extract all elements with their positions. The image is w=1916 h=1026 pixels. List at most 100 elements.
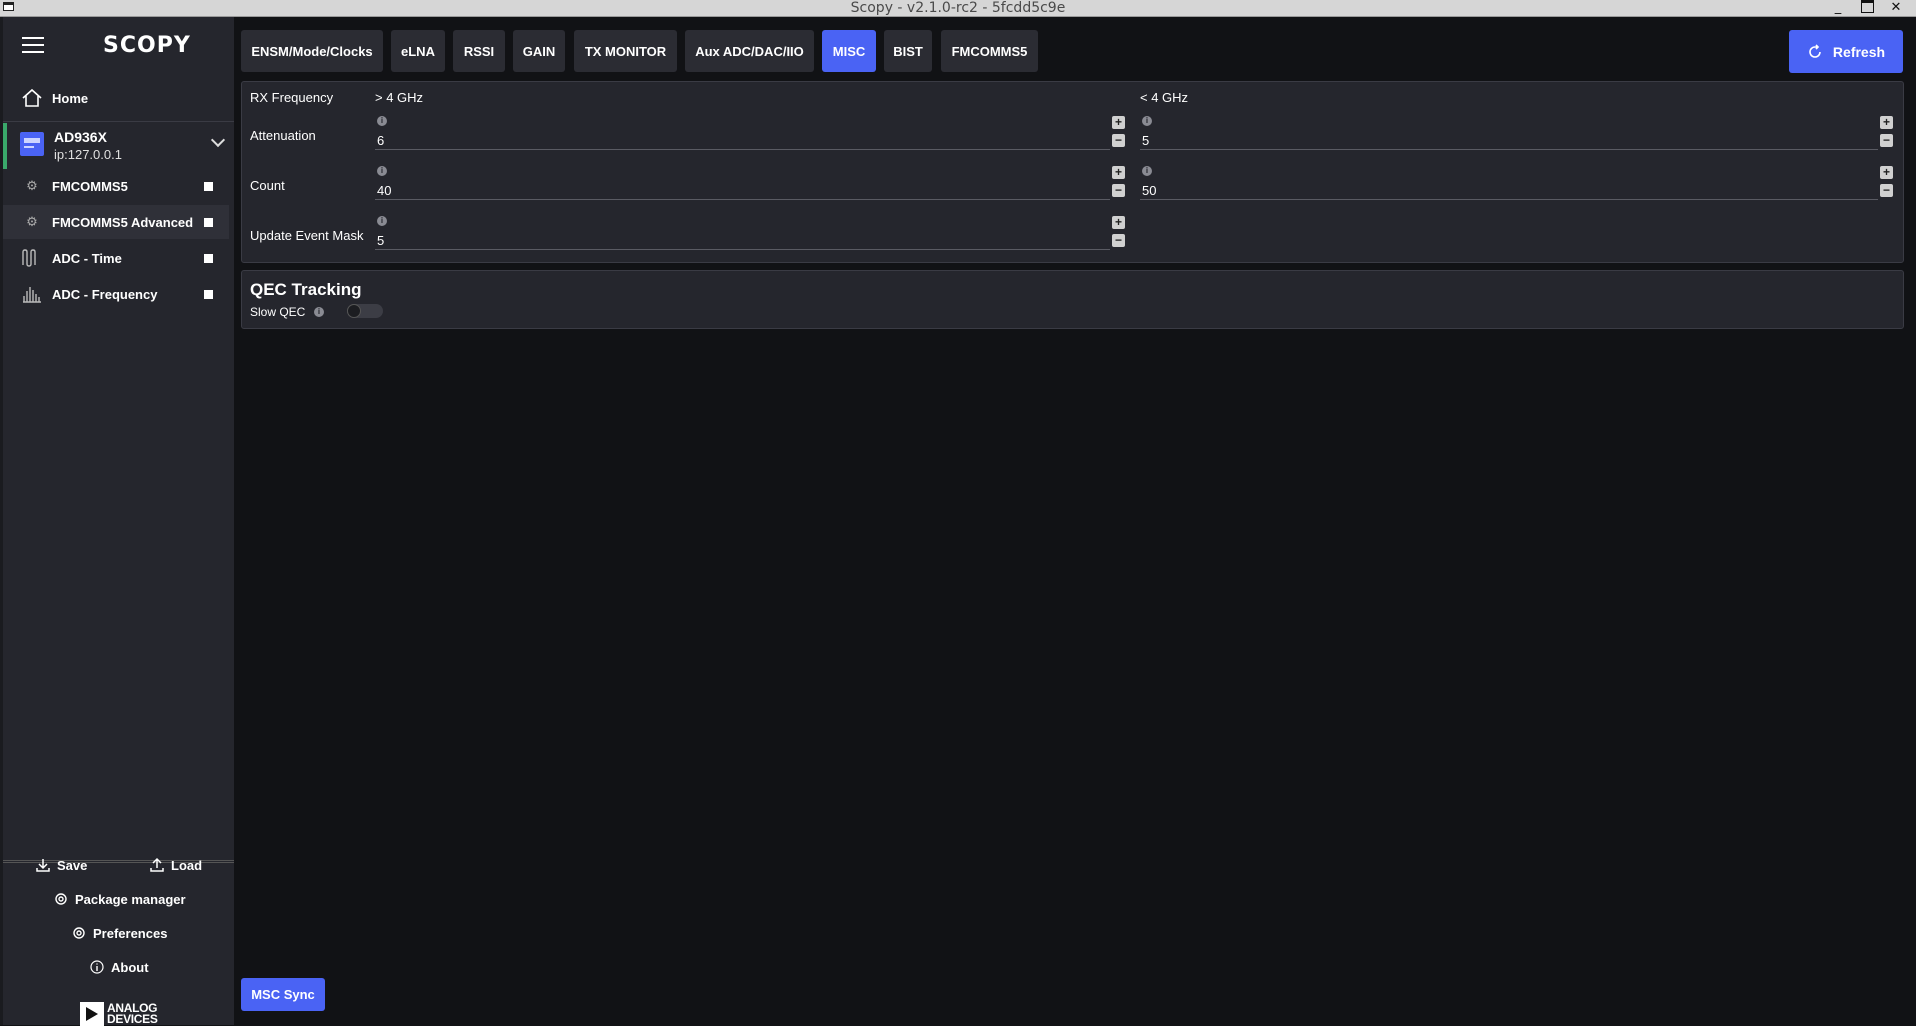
hamburger-menu-icon[interactable]	[22, 37, 44, 58]
tab-tx-monitor[interactable]: TX MONITOR	[574, 30, 677, 72]
slow-qec-label: Slow QEC	[250, 305, 306, 319]
update-event-mask-value[interactable]: 5	[377, 233, 384, 248]
msc-sync-button[interactable]: MSC Sync	[241, 978, 325, 1011]
refresh-button[interactable]: Refresh	[1789, 30, 1903, 73]
maximize-icon	[1860, 0, 1874, 13]
preferences-button[interactable]: Preferences	[71, 925, 167, 941]
increment-button[interactable]: +	[1880, 166, 1893, 179]
decrement-button[interactable]: −	[1112, 234, 1125, 247]
high-frequency-label: > 4 GHz	[375, 90, 424, 105]
gear-icon: ⚙	[26, 178, 38, 193]
tool-fmcomms5[interactable]: ⚙ FMCOMMS5	[3, 169, 229, 203]
info-icon[interactable]: i	[1142, 166, 1152, 176]
info-icon	[90, 960, 104, 974]
attenuation-low-value[interactable]: 5	[1142, 133, 1149, 148]
download-icon	[36, 859, 50, 872]
home-label: Home	[52, 90, 89, 106]
tool-adc-time[interactable]: ADC - Time	[3, 241, 229, 275]
window-titlebar: Scopy - v2.1.0-rc2 - 5fcdd5c9e _ ✕	[0, 0, 1916, 17]
qec-tracking-panel: QEC Tracking Slow QEC i	[241, 270, 1904, 329]
tool-status-indicator[interactable]	[204, 253, 213, 263]
tab-misc[interactable]: MISC	[822, 30, 876, 72]
gear-icon: ⚙	[26, 214, 38, 229]
count-high-field[interactable]: i 40 + −	[375, 166, 1125, 200]
minimize-button[interactable]: _	[1827, 0, 1849, 15]
decrement-button[interactable]: −	[1880, 134, 1893, 147]
chevron-down-icon[interactable]	[210, 132, 226, 148]
device-ip: ip:127.0.0.1	[54, 147, 122, 162]
maximize-button[interactable]	[1856, 0, 1878, 15]
scopy-logo: SCOPY	[103, 33, 191, 58]
analog-devices-logo: ANALOG DEVICES	[80, 1002, 158, 1026]
rx-frequency-label: RX Frequency	[250, 90, 334, 105]
tab-gain[interactable]: GAIN	[513, 30, 565, 72]
spectrum-icon	[23, 287, 41, 303]
package-manager-label: Package manager	[75, 891, 186, 907]
count-low-value[interactable]: 50	[1142, 183, 1156, 198]
increment-button[interactable]: +	[1880, 116, 1893, 129]
decrement-button[interactable]: −	[1112, 134, 1125, 147]
slow-qec-toggle[interactable]	[347, 304, 383, 318]
sidebar: SCOPY Home AD936X ip:127.0.0.1 ⚙ FMCOMMS…	[0, 17, 234, 1026]
decrement-button[interactable]: −	[1112, 184, 1125, 197]
save-button[interactable]: Save	[35, 857, 87, 873]
save-label: Save	[57, 857, 88, 873]
count-high-value[interactable]: 40	[377, 183, 391, 198]
decrement-button[interactable]: −	[1880, 184, 1893, 197]
waveform-icon	[22, 249, 36, 267]
count-low-field[interactable]: i 50 + −	[1140, 166, 1893, 200]
tab-rssi[interactable]: RSSI	[453, 30, 505, 72]
gear-icon	[55, 893, 67, 905]
tab-elna[interactable]: eLNA	[391, 30, 445, 72]
window-title: Scopy - v2.1.0-rc2 - 5fcdd5c9e	[850, 0, 1066, 16]
attenuation-high-value[interactable]: 6	[377, 133, 384, 148]
device-name: AD936X	[54, 129, 107, 145]
tool-status-indicator[interactable]	[204, 289, 213, 299]
upload-icon	[150, 857, 164, 872]
load-button[interactable]: Load	[149, 857, 202, 873]
divider	[3, 121, 234, 122]
nav-home[interactable]: Home	[3, 81, 234, 115]
brand-line2: DEVICES	[107, 1012, 158, 1026]
misc-panel: RX Frequency > 4 GHz < 4 GHz Attenuation…	[241, 81, 1904, 263]
adi-triangle-icon	[80, 1002, 104, 1026]
increment-button[interactable]: +	[1112, 166, 1125, 179]
tab-bist[interactable]: BIST	[884, 30, 932, 72]
tool-status-indicator[interactable]	[204, 181, 213, 191]
info-icon[interactable]: i	[377, 116, 387, 126]
attenuation-label: Attenuation	[250, 128, 316, 143]
gear-icon	[73, 927, 85, 939]
tool-label: FMCOMMS5 Advanced	[52, 214, 194, 230]
about-button[interactable]: About	[89, 959, 149, 975]
info-icon[interactable]: i	[314, 307, 324, 317]
update-event-mask-field[interactable]: i 5 + −	[375, 216, 1125, 250]
refresh-icon	[1809, 43, 1821, 58]
about-label: About	[111, 959, 149, 975]
toggle-knob	[347, 304, 361, 318]
info-icon[interactable]: i	[377, 166, 387, 176]
tab-ensm-mode-clocks[interactable]: ENSM/Mode/Clocks	[241, 30, 383, 72]
tool-status-indicator[interactable]	[204, 217, 213, 227]
info-icon[interactable]: i	[1142, 116, 1152, 126]
count-label: Count	[250, 178, 285, 193]
tool-label: ADC - Time	[52, 250, 122, 266]
preferences-label: Preferences	[93, 925, 168, 941]
tab-aux-adc-dac-iio[interactable]: Aux ADC/DAC/IIO	[685, 30, 814, 72]
device-chip-icon	[20, 132, 44, 156]
low-frequency-label: < 4 GHz	[1140, 90, 1189, 105]
attenuation-high-field[interactable]: i 6 + −	[375, 116, 1125, 150]
package-manager-button[interactable]: Package manager	[53, 891, 186, 907]
qec-tracking-title: QEC Tracking	[250, 280, 362, 299]
device-item-ad936x[interactable]: AD936X ip:127.0.0.1	[3, 123, 232, 169]
increment-button[interactable]: +	[1112, 216, 1125, 229]
close-button[interactable]: ✕	[1885, 0, 1907, 15]
increment-button[interactable]: +	[1112, 116, 1125, 129]
refresh-label: Refresh	[1832, 43, 1886, 60]
tool-adc-frequency[interactable]: ADC - Frequency	[3, 277, 229, 311]
home-icon	[22, 88, 42, 107]
info-icon[interactable]: i	[377, 216, 387, 226]
tool-label: ADC - Frequency	[52, 286, 158, 302]
tab-fmcomms5[interactable]: FMCOMMS5	[941, 30, 1038, 72]
tool-fmcomms5-advanced[interactable]: ⚙ FMCOMMS5 Advanced	[3, 205, 229, 239]
attenuation-low-field[interactable]: i 5 + −	[1140, 116, 1893, 150]
